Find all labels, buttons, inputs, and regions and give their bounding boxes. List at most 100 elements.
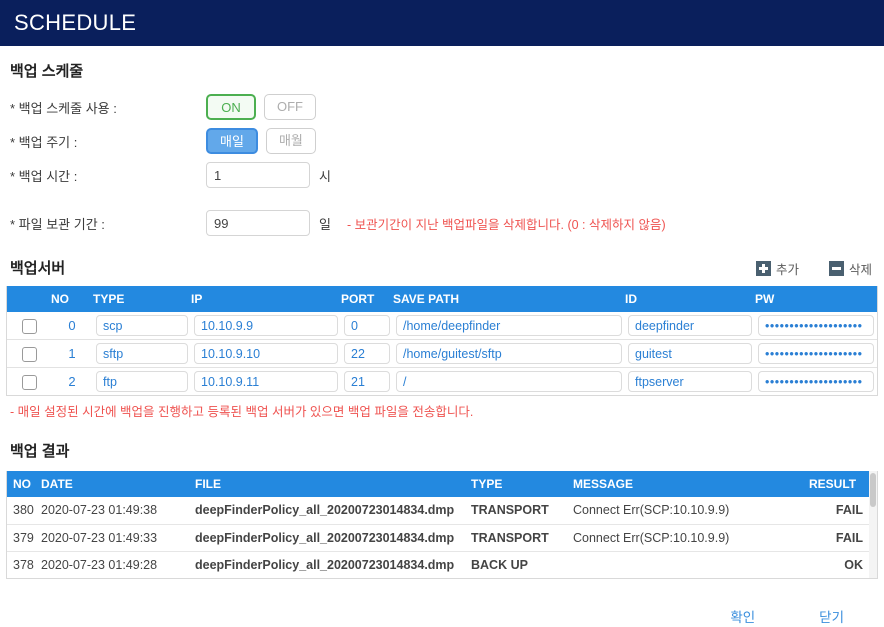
server-type-input[interactable] xyxy=(96,315,188,336)
unit-hour: 시 xyxy=(319,168,331,184)
page-body: 백업 스케줄 * 백업 스케줄 사용 : ON OFF * 백업 주기 : 매일… xyxy=(0,60,884,627)
col-port: PORT xyxy=(341,292,375,306)
row-id-cell xyxy=(625,368,755,396)
row-checkbox[interactable] xyxy=(21,374,37,390)
server-port-input[interactable] xyxy=(344,371,390,392)
add-server-button[interactable]: 추가 xyxy=(755,259,799,278)
section-title-server: 백업서버 xyxy=(10,260,66,277)
row-pw-cell xyxy=(755,368,877,396)
result-type: TRANSPORT xyxy=(471,497,573,525)
server-type-input[interactable] xyxy=(96,343,188,364)
section-head-server: 백업서버 추가 삭제 xyxy=(6,257,878,278)
schedule-off-button[interactable]: OFF xyxy=(264,94,316,120)
result-message: Connect Err(SCP:10.10.9.9) xyxy=(573,497,809,525)
server-port-input[interactable] xyxy=(344,343,390,364)
result-message xyxy=(573,551,809,578)
backup-time-input[interactable] xyxy=(206,162,310,188)
delete-server-button[interactable]: 삭제 xyxy=(828,259,872,278)
server-ip-input[interactable] xyxy=(194,343,338,364)
result-date: 2020-07-23 01:49:33 xyxy=(41,524,195,552)
row-no: 2 xyxy=(68,374,76,389)
col-res-message: MESSAGE xyxy=(573,477,634,491)
server-port-input[interactable] xyxy=(344,315,390,336)
label-retention: * 파일 보관 기간 : xyxy=(10,216,105,232)
retention-hint: - 보관기간이 지난 백업파일을 삭제합니다. (0 : 삭제하지 않음) xyxy=(346,217,666,232)
server-pw-input[interactable] xyxy=(758,371,874,392)
result-type: TRANSPORT xyxy=(471,524,573,552)
row-type-cell xyxy=(93,368,191,396)
col-res-file: FILE xyxy=(195,477,221,491)
row-select-cell xyxy=(7,312,51,340)
server-pw-input[interactable] xyxy=(758,343,874,364)
result-table: NO DATE FILE TYPE MESSAGE RESULT 380 202… xyxy=(7,471,877,578)
server-path-input[interactable] xyxy=(396,371,622,392)
result-date: 2020-07-23 01:49:38 xyxy=(41,497,195,525)
result-no: 379 xyxy=(7,524,41,552)
server-type-input[interactable] xyxy=(96,371,188,392)
scrollbar-thumb[interactable] xyxy=(870,473,876,507)
col-type: TYPE xyxy=(93,292,125,306)
col-res-no: NO xyxy=(13,477,31,491)
cycle-monthly-button[interactable]: 매월 xyxy=(265,128,316,154)
close-button[interactable]: 닫기 xyxy=(813,605,850,627)
row-ip-cell xyxy=(191,368,341,396)
row-select-cell xyxy=(7,339,51,368)
form-row-use-schedule: * 백업 스케줄 사용 : ON OFF xyxy=(10,91,878,123)
server-table-body: 0 1 xyxy=(7,312,877,395)
cycle-daily-button[interactable]: 매일 xyxy=(206,128,258,154)
server-pw-input[interactable] xyxy=(758,315,874,336)
col-no: NO xyxy=(51,292,69,306)
label-use-schedule: * 백업 스케줄 사용 : xyxy=(10,100,117,116)
server-id-input[interactable] xyxy=(628,371,752,392)
row-select-cell xyxy=(7,368,51,396)
row-pw-cell xyxy=(755,312,877,340)
col-id: ID xyxy=(625,292,637,306)
status-badge: OK xyxy=(844,557,863,572)
col-ip: IP xyxy=(191,292,203,306)
schedule-form: * 백업 스케줄 사용 : ON OFF * 백업 주기 : 매일 매월 * 백… xyxy=(6,91,878,239)
server-table-header-row: NO TYPE IP PORT SAVE PATH ID PW xyxy=(7,286,877,312)
server-actions: 추가 삭제 xyxy=(755,259,878,278)
result-file: deepFinderPolicy_all_20200723014834.dmp xyxy=(195,557,455,572)
server-path-input[interactable] xyxy=(396,315,622,336)
retention-days-input[interactable] xyxy=(206,210,310,236)
col-pw: PW xyxy=(755,292,775,306)
row-type-cell xyxy=(93,312,191,340)
label-backup-time: * 백업 시간 : xyxy=(10,168,78,184)
col-select xyxy=(7,286,51,312)
row-checkbox[interactable] xyxy=(21,318,37,334)
row-pw-cell xyxy=(755,339,877,368)
col-res-type: TYPE xyxy=(471,477,503,491)
schedule-on-button[interactable]: ON xyxy=(206,94,256,120)
table-row: 378 2020-07-23 01:49:28 deepFinderPolicy… xyxy=(7,551,877,578)
result-message: Connect Err(SCP:10.10.9.9) xyxy=(573,524,809,552)
row-port-cell xyxy=(341,312,393,340)
minus-icon xyxy=(828,261,844,276)
footer-actions: 확인 닫기 xyxy=(6,579,878,627)
add-server-label: 추가 xyxy=(775,263,799,277)
row-id-cell xyxy=(625,339,755,368)
table-row: 1 xyxy=(7,339,877,368)
section-title-result: 백업 결과 xyxy=(10,443,70,460)
page-title: SCHEDULE xyxy=(14,10,137,35)
server-path-input[interactable] xyxy=(396,343,622,364)
section-title-schedule: 백업 스케줄 xyxy=(10,63,84,80)
server-id-input[interactable] xyxy=(628,343,752,364)
table-row: 2 xyxy=(7,368,877,396)
server-table: NO TYPE IP PORT SAVE PATH ID PW 0 scp 10… xyxy=(7,286,877,395)
app-header: SCHEDULE xyxy=(0,0,884,46)
row-no: 1 xyxy=(51,339,93,368)
confirm-button[interactable]: 확인 xyxy=(724,605,761,627)
form-row-time: * 백업 시간 : 시 xyxy=(10,159,878,191)
row-id-cell xyxy=(625,312,755,340)
table-row: 0 xyxy=(7,312,877,340)
row-checkbox[interactable] xyxy=(21,346,37,362)
result-table-scrollbar[interactable] xyxy=(869,471,877,578)
server-ip-input[interactable] xyxy=(194,371,338,392)
server-ip-input[interactable] xyxy=(194,315,338,336)
result-table-wrap: NO DATE FILE TYPE MESSAGE RESULT 380 202… xyxy=(6,471,878,579)
server-id-input[interactable] xyxy=(628,315,752,336)
delete-server-label: 삭제 xyxy=(848,263,872,277)
server-note: - 매일 설정된 시간에 백업을 진행하고 등록된 백업 서버가 있으면 백업 … xyxy=(10,405,474,419)
row-no: 0 xyxy=(51,312,93,340)
